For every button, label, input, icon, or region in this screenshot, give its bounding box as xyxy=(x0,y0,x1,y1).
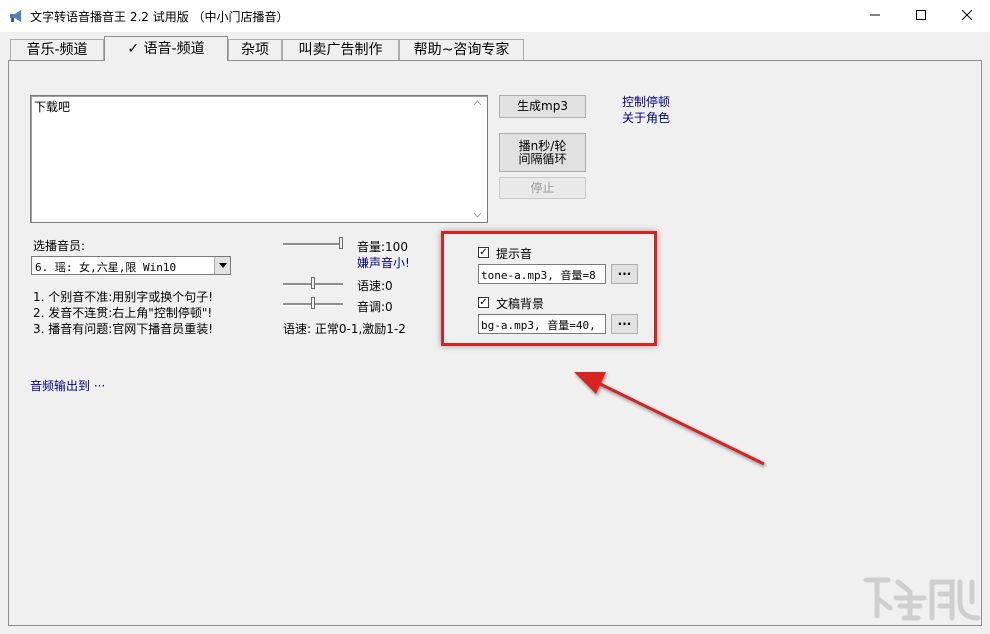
red-arrow-icon xyxy=(574,372,765,466)
tip-2: 2. 发音不连贯:右上角"控制停顿"! xyxy=(33,306,213,320)
speed-hint: 语速: 正常0-1,激励1-2 xyxy=(283,322,406,336)
text-editor[interactable]: 下载吧 xyxy=(30,95,488,223)
audio-output-link[interactable]: 音频输出到 ··· xyxy=(30,377,105,394)
pitch-label: 音调:0 xyxy=(357,300,393,314)
voice-select[interactable]: 6. 瑶: 女,六星,限 Win10 xyxy=(31,256,231,275)
window-title: 文字转语音播音王 2.2 试用版 （中小门店播音） xyxy=(30,10,289,24)
minimize-icon xyxy=(870,14,880,16)
voice-select-value: 6. 瑶: 女,六星,限 Win10 xyxy=(35,261,177,274)
generate-mp3-button[interactable]: 生成mp3 xyxy=(499,95,586,118)
scroll-up-icon xyxy=(473,100,482,106)
volume-slider-thumb[interactable] xyxy=(339,237,343,249)
speed-slider-thumb[interactable] xyxy=(311,277,315,289)
volume-label: 音量:100 xyxy=(357,240,408,254)
close-icon xyxy=(962,10,972,20)
tip-3: 3. 播音有问题:官网下播音员重装! xyxy=(33,322,214,336)
speed-label: 语速:0 xyxy=(357,279,393,293)
tab-music-channel[interactable]: 音乐-频道 xyxy=(10,39,104,60)
tab-ad-production[interactable]: 叫卖广告制作 xyxy=(282,39,399,60)
maximize-icon xyxy=(916,10,926,20)
scroll-down-icon xyxy=(473,212,482,218)
pitch-slider[interactable] xyxy=(283,297,343,311)
loop-play-line2: 间隔循环 xyxy=(518,151,567,166)
close-button[interactable] xyxy=(944,0,990,30)
tip-1: 1. 个别音不准:用别字或换个句子! xyxy=(33,290,214,304)
tab-misc[interactable]: 杂项 xyxy=(228,39,282,60)
loop-play-button[interactable]: 播n秒/轮 间隔循环 xyxy=(499,133,586,172)
about-role-link[interactable]: 关于角色 xyxy=(622,109,670,126)
volume-slider-track xyxy=(283,243,343,246)
megaphone-icon xyxy=(8,8,24,24)
stop-button[interactable]: 停止 xyxy=(499,177,586,199)
speed-slider[interactable] xyxy=(283,277,343,291)
maximize-button[interactable] xyxy=(898,0,944,30)
tab-help[interactable]: 帮助~咨询专家 xyxy=(399,39,524,60)
chevron-down-icon xyxy=(214,257,230,274)
editor-content: 下载吧 xyxy=(34,100,71,114)
editor-scrollbar[interactable] xyxy=(469,97,486,221)
voice-label: 选播音员: xyxy=(33,239,86,253)
highlight-box xyxy=(441,231,657,346)
minimize-button[interactable] xyxy=(852,0,898,30)
volume-slider[interactable] xyxy=(283,237,343,251)
tab-voice-channel[interactable]: ✓ 语音-频道 xyxy=(104,36,228,61)
pitch-slider-thumb[interactable] xyxy=(311,297,315,309)
watermark-logo xyxy=(863,577,981,621)
title-bar: 文字转语音播音王 2.2 试用版 （中小门店播音） xyxy=(0,0,990,32)
control-pause-link[interactable]: 控制停顿 xyxy=(622,93,670,110)
volume-low-link[interactable]: 嫌声音小! xyxy=(357,254,410,271)
loop-play-line1: 播n秒/轮 xyxy=(518,138,567,153)
